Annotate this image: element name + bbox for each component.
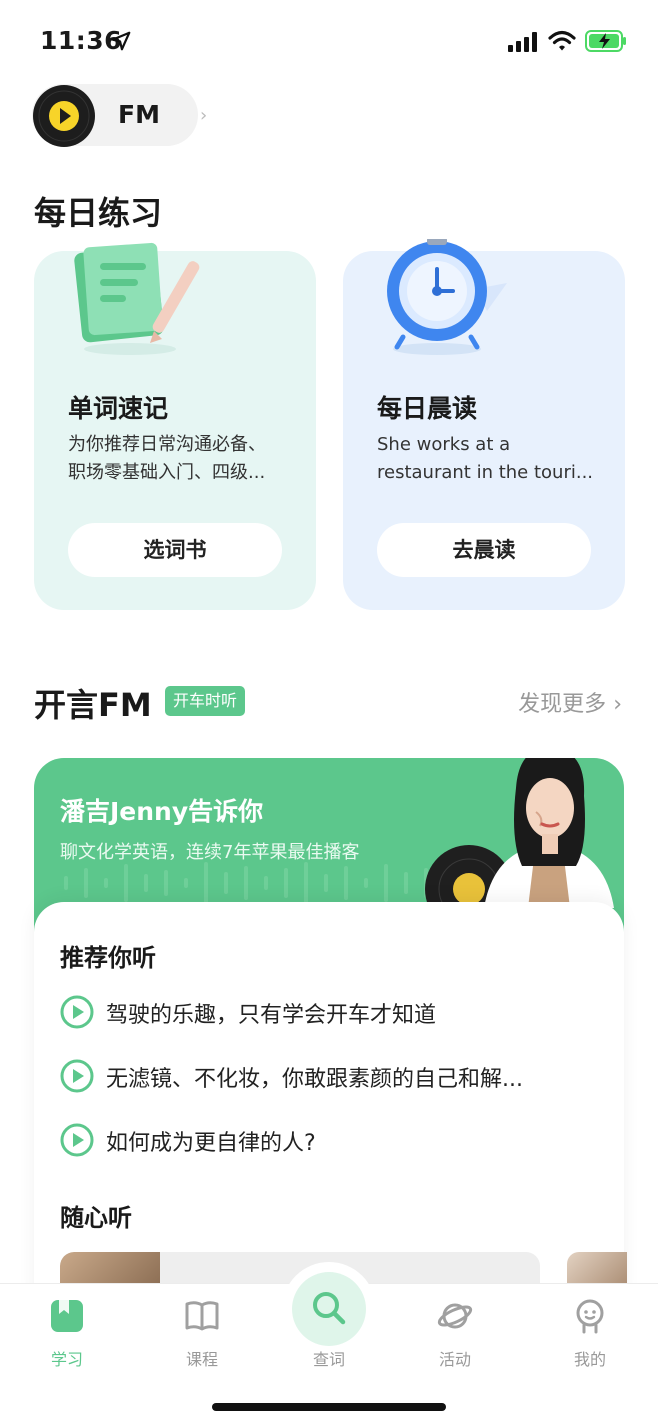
planet-icon [437,1303,473,1329]
recommend-title: 推荐你听 [60,944,156,972]
book-filled-icon [51,1300,83,1332]
location-arrow-icon [111,31,131,51]
tab-lookup-label: 查词 [312,1350,345,1369]
tab-study[interactable]: 学习 [22,1284,112,1384]
daily-practice-title: 每日练习 [34,194,163,232]
battery-charging-icon [585,30,626,52]
tab-lookup-text[interactable]: 查词 [284,1284,374,1384]
clipboard-pencil-icon [74,242,200,355]
choose-wordbook-button[interactable]: 选词书 [68,523,282,577]
tab-courses[interactable]: 课程 [157,1284,247,1384]
cellular-signal-icon [508,32,537,52]
open-book-icon [185,1301,219,1331]
tab-profile[interactable]: 我的 [545,1284,635,1384]
discover-more-link[interactable]: 发现更多 › [518,686,622,718]
recommend-item[interactable]: 驾驶的乐趣，只有学会开车才知道 [60,993,600,1033]
tab-activities-label: 活动 [438,1350,471,1369]
tab-activities[interactable]: 活动 [410,1284,500,1384]
go-morning-reading-button[interactable]: 去晨读 [377,523,591,577]
host-avatar-image [484,758,614,908]
alarm-clock-icon [387,239,507,355]
recommend-item-title: 无滤镜、不化妆，你敢跟素颜的自己和解... [106,1067,523,1092]
recommend-item[interactable]: 如何成为更自律的人? [60,1121,600,1161]
status-bar: 11:36 [0,0,658,84]
tab-courses-label: 课程 [185,1350,218,1369]
fm-tag-badge: 开车时听 [165,686,246,716]
vocab-card-title: 单词速记 [68,394,169,423]
fm-vinyl-disc-icon [33,85,95,147]
banner-subtitle: 聊文化学英语，连续7年苹果最佳播客 [60,842,360,863]
vocab-card-desc: 为你推荐日常沟通必备、 职场零基础入门、四级... [68,434,266,483]
chevron-right-icon: › [613,692,622,717]
chevron-right-icon: › [200,105,208,126]
recommend-item-title: 如何成为更自律的人? [106,1131,316,1156]
fm-label: FM [118,100,160,129]
wifi-icon [548,30,576,51]
play-circle-icon[interactable] [60,1059,94,1093]
play-circle-icon[interactable] [60,995,94,1029]
recommend-card: 推荐你听 驾驶的乐趣，只有学会开车才知道 无滤镜、不化妆，你敢跟素颜的自己和解.… [34,902,627,1302]
recommend-item[interactable]: 无滤镜、不化妆，你敢跟素颜的自己和解... [60,1057,600,1097]
tab-study-label: 学习 [50,1350,83,1369]
casual-listen-title: 随心听 [60,1204,132,1232]
tab-profile-label: 我的 [573,1350,606,1369]
profile-face-icon [576,1299,604,1334]
home-indicator[interactable] [212,1403,446,1411]
morning-reading-desc: She works at a restaurant in the touri..… [377,434,594,483]
vocab-card[interactable]: 单词速记 为你推荐日常沟通必备、 职场零基础入门、四级... 选词书 [34,242,316,610]
banner-title: 潘吉Jenny告诉你 [60,797,264,826]
sound-wave-decoration [64,862,448,904]
recommend-item-title: 驾驶的乐趣，只有学会开车才知道 [106,1003,437,1028]
play-circle-icon[interactable] [60,1123,94,1157]
morning-reading-card[interactable]: 每日晨读 She works at a restaurant in the to… [343,239,625,610]
fm-entry-button[interactable]: FM › [32,84,207,147]
fm-section-title: 开言FM [34,686,152,724]
morning-reading-title: 每日晨读 [377,394,478,423]
